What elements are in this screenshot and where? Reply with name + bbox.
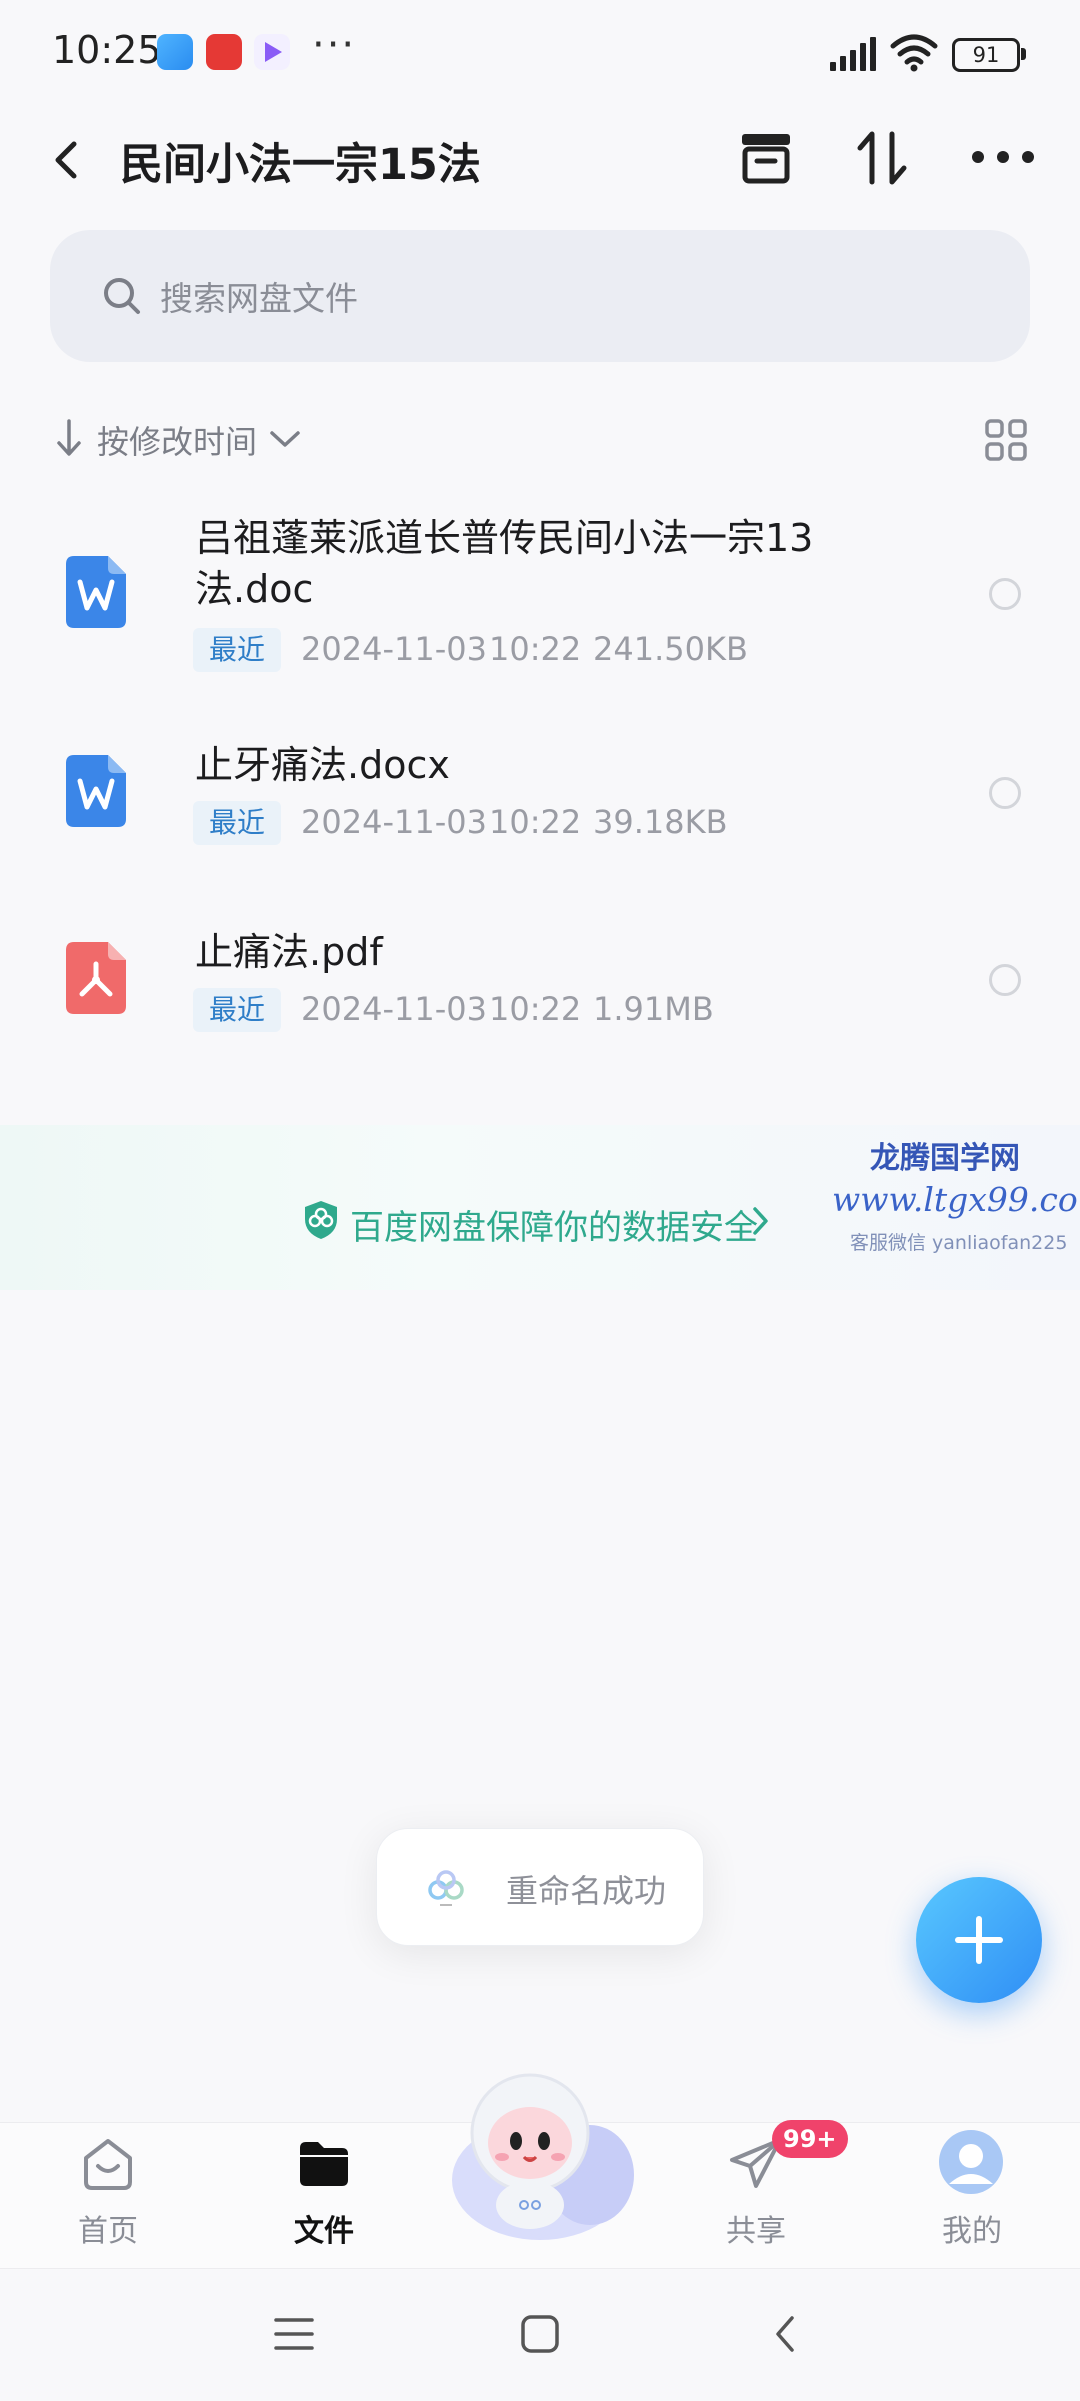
toast-message: 重命名成功 <box>506 1872 667 1910</box>
select-checkbox[interactable] <box>989 777 1021 809</box>
mascot-button[interactable] <box>440 2065 640 2245</box>
watermark-title: 龙腾国学网 <box>870 1141 1020 1176</box>
security-banner-text: 百度网盘保障你的数据安全 <box>350 1208 758 1248</box>
shield-icon <box>302 1199 340 1245</box>
file-date: 2024-11-03 <box>301 630 487 668</box>
sort-toggle-button[interactable] <box>854 126 910 190</box>
file-date: 2024-11-03 <box>301 990 487 1028</box>
menu-icon <box>274 2318 314 2350</box>
file-size: 1.91MB <box>593 990 714 1028</box>
file-date: 2024-11-03 <box>301 803 487 841</box>
tab-label-share: 共享 <box>726 2214 786 2249</box>
status-time: 10:25 <box>52 28 162 72</box>
select-checkbox[interactable] <box>989 578 1021 610</box>
select-checkbox[interactable] <box>989 964 1021 996</box>
file-name: 吕祖蓬莱派道长普传民间小法一宗13法.doc <box>195 516 814 611</box>
recent-tag: 最近 <box>193 801 282 845</box>
sort-dropdown[interactable]: 按修改时间 <box>97 417 257 463</box>
recent-tag: 最近 <box>193 988 282 1032</box>
search-placeholder: 搜索网盘文件 <box>160 279 358 318</box>
folder-icon <box>296 2138 352 2194</box>
app-notification-icon <box>254 34 290 70</box>
more-notifications-indicator: ··· <box>312 22 357 68</box>
back-button[interactable] <box>40 128 96 192</box>
file-name: 止痛法.pdf <box>195 930 383 974</box>
more-options-button[interactable] <box>968 142 1038 172</box>
add-button[interactable] <box>916 1877 1042 2003</box>
back-nav-button[interactable] <box>764 2310 808 2358</box>
plus-icon <box>955 1916 1003 1964</box>
file-time: 10:22 <box>489 990 582 1028</box>
home-nav-button[interactable] <box>518 2312 562 2356</box>
sort-direction-icon <box>52 418 86 462</box>
avatar <box>939 2130 1003 2198</box>
mascot-icon <box>452 2073 634 2240</box>
archive-button[interactable] <box>738 130 794 186</box>
watermark-url: www.ltgx99.com <box>832 1180 1080 1219</box>
tab-label-files: 文件 <box>294 2214 354 2249</box>
archive-icon <box>742 134 790 184</box>
watermark-subtitle: 客服微信 yanliaofan225 <box>850 1232 1068 1254</box>
file-name: 止牙痛法.docx <box>195 743 450 787</box>
page-title: 民间小法一宗15法 <box>120 140 481 190</box>
file-size: 39.18KB <box>593 803 728 841</box>
home-icon <box>80 2136 136 2196</box>
word-file-icon <box>66 556 126 632</box>
signal-icon <box>828 36 878 76</box>
tab-label-home: 首页 <box>78 2214 138 2249</box>
search-icon <box>100 274 144 322</box>
recent-tag: 最近 <box>193 628 282 672</box>
grid-view-button[interactable] <box>984 418 1028 462</box>
battery-indicator: 91 <box>952 38 1020 72</box>
square-icon <box>521 2315 559 2353</box>
grid-icon <box>985 419 1027 461</box>
file-time: 10:22 <box>489 803 582 841</box>
more-dots-icon <box>972 151 1034 163</box>
cloud-logo-icon <box>424 1868 468 1912</box>
chevron-down-icon <box>268 424 302 458</box>
pdf-file-icon <box>66 942 126 1018</box>
sort-arrows-icon <box>857 131 907 185</box>
notification-badge: 99+ <box>772 2120 848 2158</box>
wifi-icon <box>890 34 938 76</box>
tab-label-profile: 我的 <box>942 2214 1002 2249</box>
file-size: 241.50KB <box>593 630 748 668</box>
file-time: 10:22 <box>489 630 582 668</box>
app-notification-icon <box>157 34 193 70</box>
back-arrow-icon <box>55 141 77 179</box>
word-file-icon <box>66 755 126 831</box>
recent-apps-button[interactable] <box>272 2314 316 2354</box>
app-notification-icon <box>206 34 242 70</box>
back-chevron-icon <box>776 2316 794 2352</box>
chevron-right-icon <box>750 1204 772 1242</box>
battery-tip <box>1021 48 1026 60</box>
